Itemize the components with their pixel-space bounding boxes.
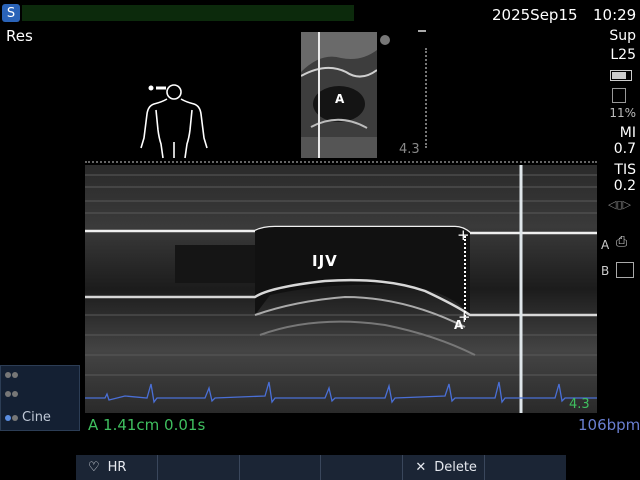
cine-panel[interactable]: Cine bbox=[0, 365, 80, 431]
heart-icon: ♡ bbox=[88, 460, 100, 475]
tis-label: TIS bbox=[614, 162, 636, 178]
floppy-icon bbox=[612, 88, 626, 103]
scan-depth: 4.3 bbox=[569, 397, 590, 412]
app-logo-icon: S bbox=[2, 4, 20, 22]
clock-time: 10:29 bbox=[593, 6, 637, 24]
mode-label: Res bbox=[6, 27, 33, 45]
cine-dots-icon bbox=[5, 414, 18, 421]
print-a-label[interactable]: A bbox=[601, 238, 609, 252]
mi-value: 0.7 bbox=[613, 141, 636, 157]
hr-label: HR bbox=[107, 460, 127, 475]
measurement-result: A 1.41cm 0.01s bbox=[88, 416, 206, 434]
softkey-empty-2[interactable] bbox=[240, 455, 322, 480]
softkey-empty-3[interactable] bbox=[321, 455, 404, 480]
mi-label: MI bbox=[619, 125, 636, 141]
print-b-label[interactable]: B bbox=[601, 264, 609, 278]
status-bar bbox=[22, 5, 354, 21]
structure-label-ijv: IJV bbox=[312, 252, 338, 270]
depth-scale bbox=[425, 48, 429, 148]
tis-value: 0.2 bbox=[613, 178, 636, 194]
heart-rate-readout: 106bpm bbox=[578, 416, 640, 434]
report-icon[interactable] bbox=[616, 262, 634, 278]
probe-label: L25 bbox=[610, 47, 636, 63]
battery-icon bbox=[610, 70, 632, 81]
softkey-empty-4[interactable] bbox=[485, 455, 566, 480]
delete-label: Delete bbox=[434, 460, 477, 475]
caliper-label: A bbox=[454, 318, 464, 332]
arrows-icon[interactable]: ◁▯▷ bbox=[608, 198, 631, 211]
softkey-empty-1[interactable] bbox=[158, 455, 240, 480]
orientation-dot-icon bbox=[380, 35, 390, 45]
delete-button[interactable]: ✕ Delete bbox=[403, 455, 486, 480]
power-percent: 11% bbox=[609, 106, 636, 120]
cine-button[interactable]: Cine bbox=[5, 410, 51, 425]
softkey-bar: ♡ HR ✕ Delete bbox=[76, 455, 566, 480]
ecg-trace bbox=[85, 381, 597, 404]
preview-depth: 4.3 bbox=[399, 142, 420, 157]
cine-label: Cine bbox=[22, 410, 51, 425]
depth-scale-top bbox=[418, 30, 426, 32]
hr-button[interactable]: ♡ HR bbox=[76, 455, 158, 480]
preset-label: Sup bbox=[609, 28, 636, 44]
printer-icon[interactable]: ⎙ bbox=[616, 234, 627, 250]
close-icon: ✕ bbox=[415, 460, 427, 475]
body-marker-icon bbox=[140, 84, 208, 159]
caliper-top-cross-icon[interactable]: + bbox=[457, 226, 470, 244]
time-scale bbox=[85, 161, 597, 163]
preview-marker-label: A bbox=[335, 92, 345, 106]
exam-date: 2025Sep15 bbox=[492, 6, 578, 24]
